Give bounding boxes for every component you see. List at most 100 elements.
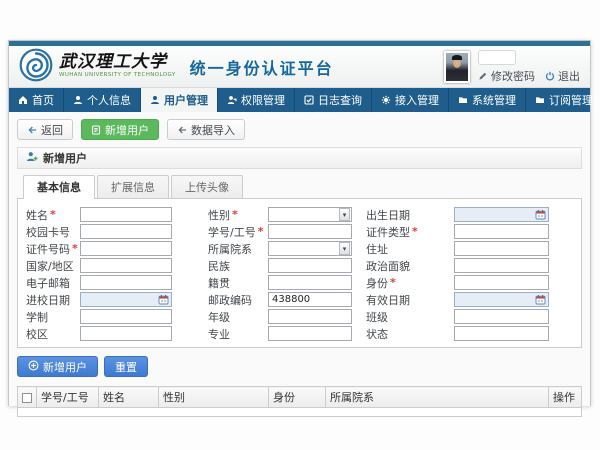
field-input-r3c1[interactable] [80, 241, 172, 256]
plus-circle-icon [28, 360, 39, 374]
tab-1[interactable]: 基本信息 [23, 175, 95, 199]
nav-item-label: 权限管理 [241, 92, 285, 108]
field-input-r8c1[interactable] [80, 326, 172, 341]
toolbar: 返回 新增用户 数据导入 [17, 119, 582, 140]
field-date-r1c3[interactable] [454, 207, 549, 222]
chevron-down-icon: ▾ [339, 242, 350, 255]
basic-info-form: 姓名*性别*▾出生日期*校园卡号*学号/工号*证件类型*证件号码*所属院系*▾住… [17, 198, 582, 348]
field-label: 姓名* [22, 207, 80, 223]
nav-item-label: 日志查询 [318, 92, 362, 108]
nav-item-label: 用户管理 [164, 92, 208, 108]
field-input-r7c2[interactable] [268, 309, 352, 324]
data-import-button[interactable]: 数据导入 [167, 119, 245, 140]
tab-3[interactable]: 上传头像 [171, 175, 243, 199]
nav-item-label: 首页 [32, 92, 54, 108]
section-title: 新增用户 [43, 150, 87, 166]
field-input-r2c1[interactable] [80, 224, 172, 239]
field-input-r3c3[interactable] [454, 241, 549, 256]
calendar-icon [535, 205, 546, 224]
field-input-r4c1[interactable] [80, 258, 172, 273]
nav-item-6[interactable]: 接入管理 [372, 88, 449, 112]
tab-2[interactable]: 扩展信息 [97, 175, 169, 199]
field-date-r6c3[interactable] [454, 292, 549, 307]
field-input-r7c3[interactable] [454, 309, 549, 324]
users-table-header: 学号/工号姓名性别身份所属院系操作 [18, 387, 582, 408]
back-arrow-icon [27, 125, 37, 135]
field-label: 民族* [208, 258, 268, 274]
field-label: 身份* [366, 275, 454, 291]
field-input-r8c2[interactable] [268, 326, 352, 341]
nav-item-4[interactable]: 权限管理 [218, 88, 295, 112]
form-field-r2c3: 证件类型* [366, 223, 577, 240]
platform-title: 统一身份认证平台 [190, 55, 334, 79]
field-input-r5c3[interactable] [454, 275, 549, 290]
select-all-checkbox[interactable] [22, 393, 32, 403]
field-label: 校区* [22, 326, 80, 342]
main-nav: 首页个人信息用户管理权限管理日志查询接入管理系统管理订阅管理 [9, 88, 590, 112]
field-label: 有效日期* [366, 292, 454, 308]
field-label: 证件类型* [366, 224, 454, 240]
nav-item-label: 系统管理 [472, 92, 516, 108]
field-label: 政治面貌* [366, 258, 454, 274]
field-input-r1c1[interactable] [80, 207, 172, 222]
university-name-en: WUHAN UNIVERSITY OF TECHNOLOGY [59, 73, 176, 79]
user-icon [73, 95, 83, 105]
nav-item-2[interactable]: 个人信息 [64, 88, 141, 112]
field-input-r8c3[interactable] [454, 326, 549, 341]
field-label: 所属院系* [208, 241, 268, 257]
field-input-r4c3[interactable] [454, 258, 549, 273]
select-all-header-cell [18, 387, 37, 408]
column-header-3: 性别 [159, 387, 269, 408]
back-button[interactable]: 返回 [17, 119, 73, 140]
form-field-r5c2: 籍贯* [208, 274, 366, 291]
form-field-r1c2: 性别*▾ [208, 206, 366, 223]
reset-label: 重置 [115, 359, 137, 375]
submit-new-user-button[interactable]: 新增用户 [17, 356, 98, 377]
field-select-r1c2[interactable]: ▾ [268, 207, 352, 222]
nav-item-7[interactable]: 系统管理 [449, 88, 526, 112]
form-field-r2c2: 学号/工号* [208, 223, 366, 240]
field-input-r2c3[interactable] [454, 224, 549, 239]
new-user-label: 新增用户 [105, 122, 149, 138]
form-actions: 新增用户 重置 [17, 356, 582, 377]
required-asterisk: * [390, 276, 396, 289]
form-field-r5c3: 身份* [366, 274, 577, 291]
form-field-r4c2: 民族* [208, 257, 366, 274]
logout-link[interactable]: 退出 [545, 68, 580, 84]
gear-icon [381, 95, 391, 105]
university-name-cn: 武汉理工大学 [59, 54, 176, 71]
field-date-r6c1[interactable] [80, 292, 172, 307]
content-area: 返回 新增用户 数据导入 新增用户 基本信息扩展信息上传头像 [9, 112, 590, 406]
user-avatar[interactable] [444, 51, 470, 83]
column-header-5: 所属院系 [326, 387, 549, 408]
field-input-r6c2[interactable] [268, 292, 352, 307]
section-header: 新增用户 [17, 147, 582, 169]
header-user-area: 修改密码 退出 [444, 50, 580, 84]
form-field-r1c1: 姓名* [22, 206, 208, 223]
new-user-toolbar-button[interactable]: 新增用户 [81, 119, 159, 140]
university-logo-icon [19, 48, 53, 86]
folder-icon [535, 95, 545, 105]
nav-item-1[interactable]: 首页 [9, 88, 64, 112]
form-field-r7c2: 年级* [208, 308, 366, 325]
field-input-r5c2[interactable] [268, 275, 352, 290]
field-label: 住址* [366, 241, 454, 257]
required-asterisk: * [50, 208, 56, 221]
form-field-r6c1: 进校日期* [22, 291, 208, 308]
field-input-r7c1[interactable] [80, 309, 172, 324]
field-input-r2c2[interactable] [268, 224, 352, 239]
nav-item-5[interactable]: 日志查询 [295, 88, 372, 112]
field-input-r5c1[interactable] [80, 275, 172, 290]
field-input-r4c2[interactable] [268, 258, 352, 273]
nav-item-3[interactable]: 用户管理 [141, 88, 218, 112]
form-field-r8c3: 状态* [366, 325, 577, 342]
column-header-1: 学号/工号 [37, 387, 99, 408]
change-password-link[interactable]: 修改密码 [478, 68, 535, 84]
nav-item-8[interactable]: 订阅管理 [526, 88, 600, 112]
field-label: 状态* [366, 326, 454, 342]
form-field-r3c2: 所属院系* ▾ [208, 240, 366, 257]
field-select-r3c2[interactable]: ▾ [268, 241, 352, 256]
logout-label: 退出 [558, 68, 580, 84]
empty-table-row [18, 408, 582, 417]
reset-button[interactable]: 重置 [104, 356, 148, 377]
